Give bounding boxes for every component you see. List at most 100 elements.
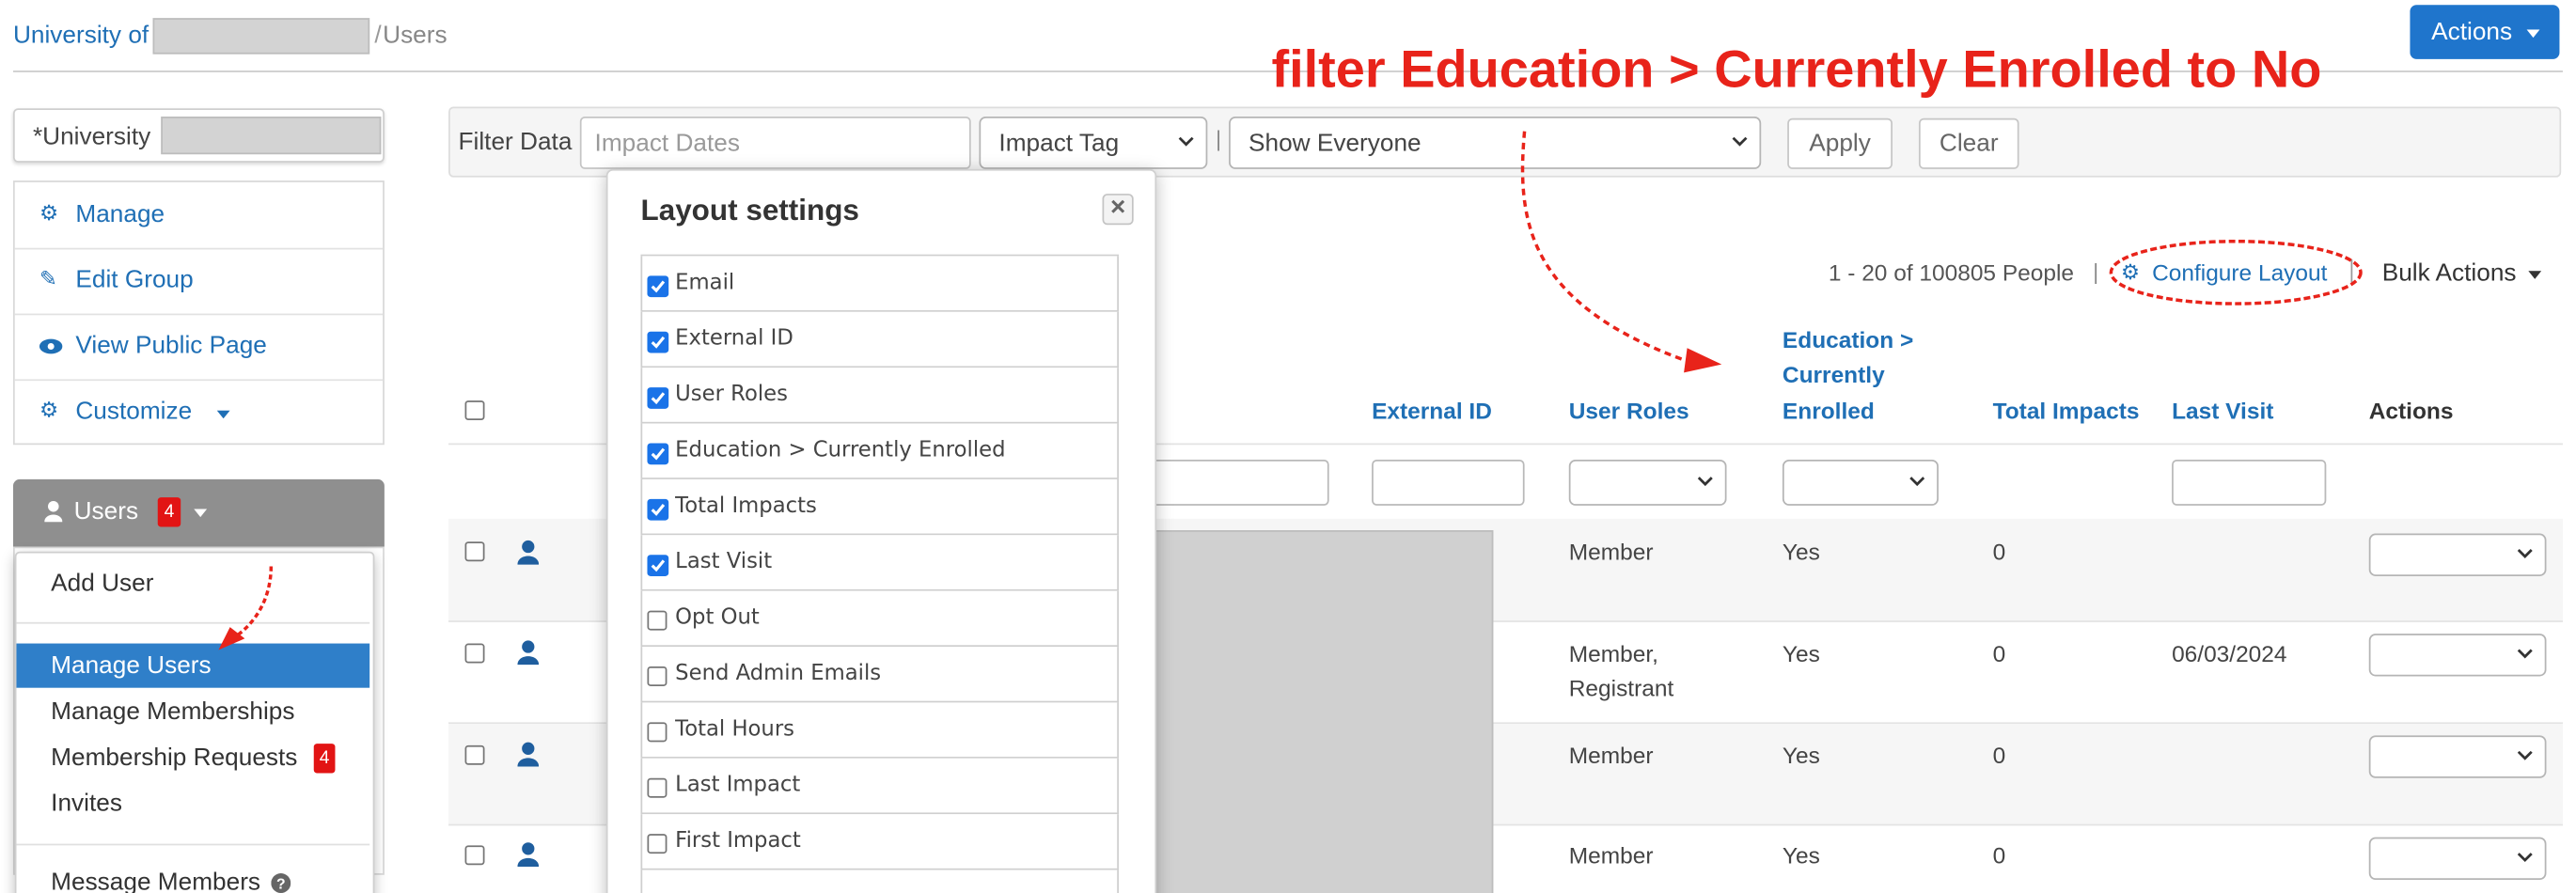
user-icon[interactable]: [517, 742, 540, 767]
cell-total-impacts: 0: [1992, 841, 2006, 869]
row-actions-select[interactable]: [2368, 735, 2547, 778]
impact-dates-input[interactable]: Impact Dates: [579, 116, 971, 169]
row-checkbox[interactable]: [464, 643, 485, 664]
layout-option-label: User Roles: [675, 382, 788, 408]
chevron-down-icon: [1732, 136, 1748, 147]
checkbox-checked[interactable]: [647, 443, 669, 465]
layout-options-list: Email External ID User Roles Education >…: [640, 254, 1119, 893]
checkmark-icon: [651, 392, 666, 405]
col-header-last-visit[interactable]: Last Visit: [2172, 394, 2273, 429]
checkbox-checked[interactable]: [647, 498, 669, 521]
filter-last-visit-input[interactable]: [2172, 459, 2327, 506]
pencil-icon: ✎: [39, 265, 57, 291]
caret-down-icon: [2528, 271, 2542, 279]
checkbox-unchecked[interactable]: [647, 666, 668, 686]
breadcrumb-root[interactable]: University of: [13, 22, 149, 50]
layout-option-send-admin-emails[interactable]: Send Admin Emails: [640, 647, 1119, 703]
row-checkbox[interactable]: [464, 845, 485, 866]
layout-option-last-visit[interactable]: Last Visit: [640, 535, 1119, 591]
user-icon[interactable]: [517, 640, 540, 666]
actions-button-label: Actions: [2431, 18, 2513, 46]
menu-item-label: Manage Users: [51, 651, 212, 680]
col-header-enrolled-line3[interactable]: Enrolled: [1783, 394, 1875, 429]
group-name-field[interactable]: *University: [12, 108, 385, 163]
sidebar-link-customize[interactable]: ⚙ Customize: [15, 379, 383, 445]
pagination-summary: 1 - 20 of 100805 People: [1828, 258, 2075, 286]
user-icon: [44, 500, 63, 523]
layout-option-label: Opt Out: [675, 605, 760, 631]
sidebar-link-label: View Public Page: [75, 331, 267, 360]
apply-button[interactable]: Apply: [1787, 118, 1893, 169]
checkbox-checked[interactable]: [647, 555, 669, 576]
menu-item-message-members[interactable]: Message Members ?: [51, 869, 363, 893]
chevron-down-icon: [2517, 750, 2533, 760]
checkbox-unchecked[interactable]: [647, 722, 668, 743]
bulk-actions-label: Bulk Actions: [2381, 258, 2517, 288]
impact-dates-placeholder: Impact Dates: [594, 129, 740, 158]
actions-button[interactable]: Actions: [2410, 5, 2560, 59]
layout-option-external-id[interactable]: External ID: [640, 311, 1119, 368]
checkbox-checked[interactable]: [647, 387, 669, 409]
menu-divider: [16, 843, 370, 846]
row-actions-select[interactable]: [2368, 837, 2547, 881]
breadcrumb-current: Users: [383, 21, 448, 50]
checkbox-checked[interactable]: [647, 331, 669, 353]
checkmark-icon: [651, 503, 666, 516]
row-actions-select[interactable]: [2368, 533, 2547, 576]
col-header-enrolled-line1[interactable]: Education >: [1783, 323, 1913, 358]
cell-enrolled: Yes: [1782, 742, 1820, 769]
layout-option-first-impact[interactable]: First Impact: [640, 814, 1119, 870]
user-icon[interactable]: [517, 842, 540, 868]
users-menu-button[interactable]: Users 4: [12, 478, 385, 547]
layout-option-total-hours[interactable]: Total Hours: [640, 702, 1119, 759]
row-checkbox[interactable]: [464, 744, 485, 765]
layout-option-more[interactable]: [640, 870, 1119, 893]
select-all-checkbox[interactable]: [464, 400, 485, 421]
toolbar-divider: |: [2093, 258, 2099, 285]
sidebar-link-view-public-page[interactable]: View Public Page: [14, 314, 384, 382]
sidebar-link-edit-group[interactable]: ✎ Edit Group: [14, 248, 384, 316]
col-header-user-roles[interactable]: User Roles: [1569, 394, 1689, 429]
row-checkbox[interactable]: [464, 541, 485, 562]
layout-option-email[interactable]: Email: [640, 256, 1119, 312]
checkbox-unchecked[interactable]: [647, 834, 668, 854]
menu-item-manage-users[interactable]: Manage Users: [16, 643, 370, 688]
menu-item-manage-memberships[interactable]: Manage Memberships: [51, 697, 294, 726]
layout-option-label: Education > Currently Enrolled: [675, 438, 1006, 463]
layout-settings-title: Layout settings: [640, 194, 859, 227]
user-icon[interactable]: [517, 540, 540, 565]
layout-option-currently-enrolled[interactable]: Education > Currently Enrolled: [640, 423, 1119, 479]
impact-tag-select[interactable]: Impact Tag: [979, 116, 1208, 169]
close-button[interactable]: ×: [1102, 194, 1134, 226]
clear-button[interactable]: Clear: [1918, 118, 2019, 169]
col-header-enrolled-line2[interactable]: Currently: [1783, 358, 1885, 393]
requests-badge: 4: [313, 744, 336, 774]
checkmark-icon: [651, 447, 666, 461]
col-header-external-id[interactable]: External ID: [1372, 394, 1492, 429]
row-actions-select[interactable]: [2368, 634, 2547, 677]
checkbox-unchecked[interactable]: [647, 777, 668, 798]
filter-label: Filter Data: [458, 128, 573, 156]
filter-user-roles-select[interactable]: [1568, 459, 1727, 506]
filter-enrolled-select[interactable]: [1782, 459, 1939, 506]
sidebar-link-manage[interactable]: ⚙ Manage: [14, 182, 384, 250]
col-header-total-impacts[interactable]: Total Impacts: [1993, 394, 2140, 429]
users-badge: 4: [157, 497, 181, 527]
menu-divider: [16, 621, 370, 624]
menu-item-invites[interactable]: Invites: [51, 790, 122, 818]
layout-option-opt-out[interactable]: Opt Out: [640, 590, 1119, 648]
filter-external-id-input[interactable]: [1372, 459, 1525, 506]
checkbox-checked[interactable]: [647, 275, 669, 298]
col-header-actions: Actions: [2368, 397, 2454, 424]
users-dropdown-menu: Add User Manage Users Manage Memberships…: [14, 551, 375, 893]
bulk-actions-dropdown[interactable]: Bulk Actions: [2382, 259, 2547, 292]
menu-item-membership-requests[interactable]: Membership Requests 4: [51, 744, 363, 779]
layout-option-user-roles[interactable]: User Roles: [640, 368, 1119, 424]
redacted-name: [152, 18, 370, 55]
layout-option-last-impact[interactable]: Last Impact: [640, 758, 1119, 815]
filter-email-input[interactable]: [1133, 459, 1329, 506]
svg-text:?: ?: [276, 877, 286, 893]
menu-item-add-user[interactable]: Add User: [51, 570, 153, 598]
checkbox-unchecked[interactable]: [647, 610, 668, 631]
layout-option-total-impacts[interactable]: Total Impacts: [640, 478, 1119, 536]
